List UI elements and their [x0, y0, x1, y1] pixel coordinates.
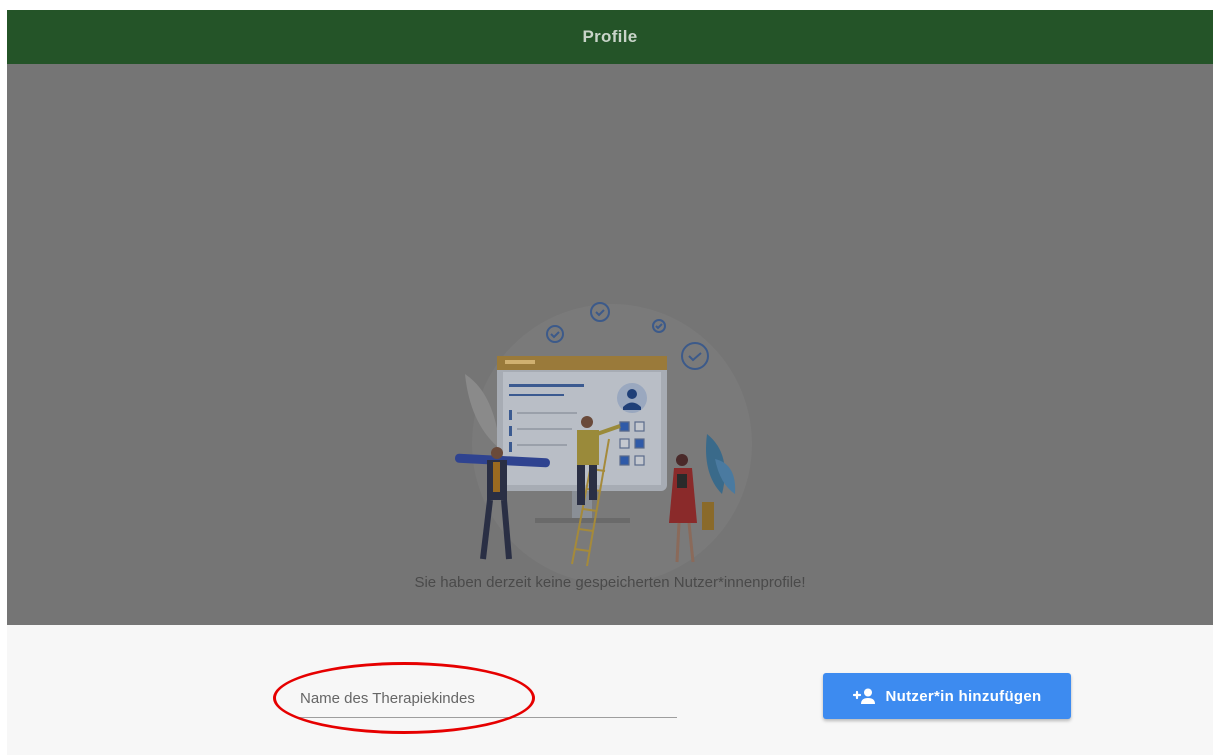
- add-user-button[interactable]: Nutzer*in hinzufügen: [823, 673, 1071, 719]
- bottom-form-bar: Nutzer*in hinzufügen: [7, 625, 1213, 755]
- app-bar: Profile: [7, 10, 1213, 64]
- modal-overlay[interactable]: Sie haben derzeit keine gespeicherten Nu…: [7, 64, 1213, 625]
- profile-checklist-illustration-icon: [455, 302, 752, 584]
- empty-state-message: Sie haben derzeit keine gespeicherten Nu…: [414, 574, 806, 591]
- name-field[interactable]: [298, 679, 681, 718]
- child-name-input[interactable]: [298, 683, 681, 713]
- add-user-button-label: Nutzer*in hinzufügen: [885, 687, 1042, 705]
- add-person-icon: [852, 688, 877, 704]
- app-window: Profile Sie haben derzeit keine gespeich…: [7, 10, 1213, 755]
- page-title: Profile: [582, 27, 638, 46]
